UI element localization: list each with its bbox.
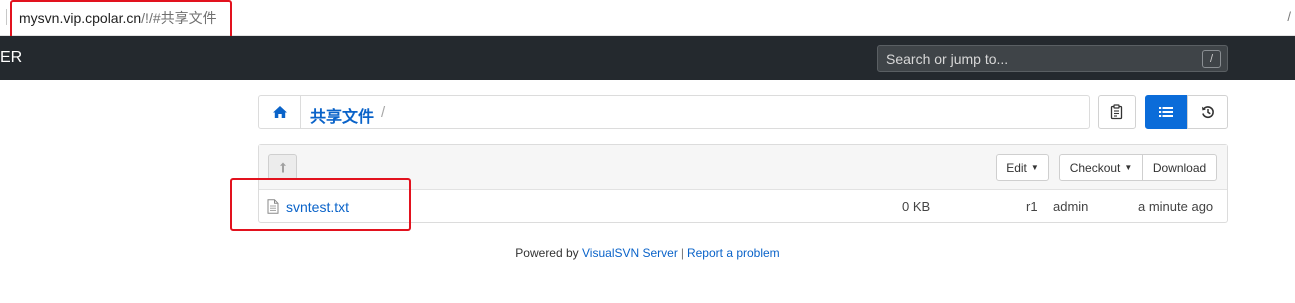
brand-title[interactable]: ER — [0, 49, 22, 67]
breadcrumb-separator: / — [381, 104, 386, 121]
checkout-dropdown-button[interactable]: Checkout ▼ — [1059, 154, 1143, 181]
address-bar-edge-mark: / — [1287, 9, 1291, 24]
top-navbar: ER / — [0, 36, 1295, 80]
clipboard-icon — [1110, 104, 1123, 120]
search-shortcut-hint: / — [1202, 50, 1221, 68]
file-size: 0 KB — [902, 199, 931, 214]
file-annotation-box — [230, 178, 411, 231]
address-bar-divider — [6, 9, 7, 25]
search-box[interactable]: / — [877, 45, 1228, 72]
file-author: admin — [1053, 199, 1089, 214]
search-input[interactable] — [878, 46, 1227, 71]
caret-down-icon: ▼ — [1124, 163, 1133, 172]
home-icon — [272, 106, 287, 118]
history-button[interactable] — [1187, 95, 1228, 129]
list-icon — [1159, 107, 1173, 117]
breadcrumb: 共享文件 / — [258, 95, 1090, 129]
page-footer: Powered by VisualSVN Server | Report a pro… — [0, 246, 1295, 260]
checkout-label: Checkout — [1069, 160, 1121, 175]
list-view-button[interactable] — [1145, 95, 1187, 129]
caret-down-icon: ▼ — [1030, 163, 1039, 172]
powered-by-text: Powered by — [515, 246, 579, 260]
file-modified-time: a minute ago — [1138, 199, 1214, 214]
footer-separator: | — [680, 246, 684, 260]
visualsvn-server-link[interactable]: VisualSVN Server — [582, 246, 678, 260]
edit-label: Edit — [1006, 160, 1027, 175]
file-revision[interactable]: r1 — [1026, 199, 1038, 214]
level-up-icon — [279, 162, 286, 172]
download-label: Download — [1152, 160, 1207, 175]
breadcrumb-home-button[interactable] — [259, 96, 301, 128]
history-icon — [1201, 106, 1214, 119]
report-problem-link[interactable]: Report a problem — [687, 246, 780, 260]
edit-dropdown-button[interactable]: Edit ▼ — [996, 154, 1049, 181]
breadcrumb-item-shared-files[interactable]: 共享文件 — [310, 103, 374, 127]
copy-url-button[interactable] — [1098, 95, 1136, 129]
parent-folder-button[interactable] — [268, 154, 297, 180]
download-button[interactable]: Download — [1143, 154, 1217, 181]
